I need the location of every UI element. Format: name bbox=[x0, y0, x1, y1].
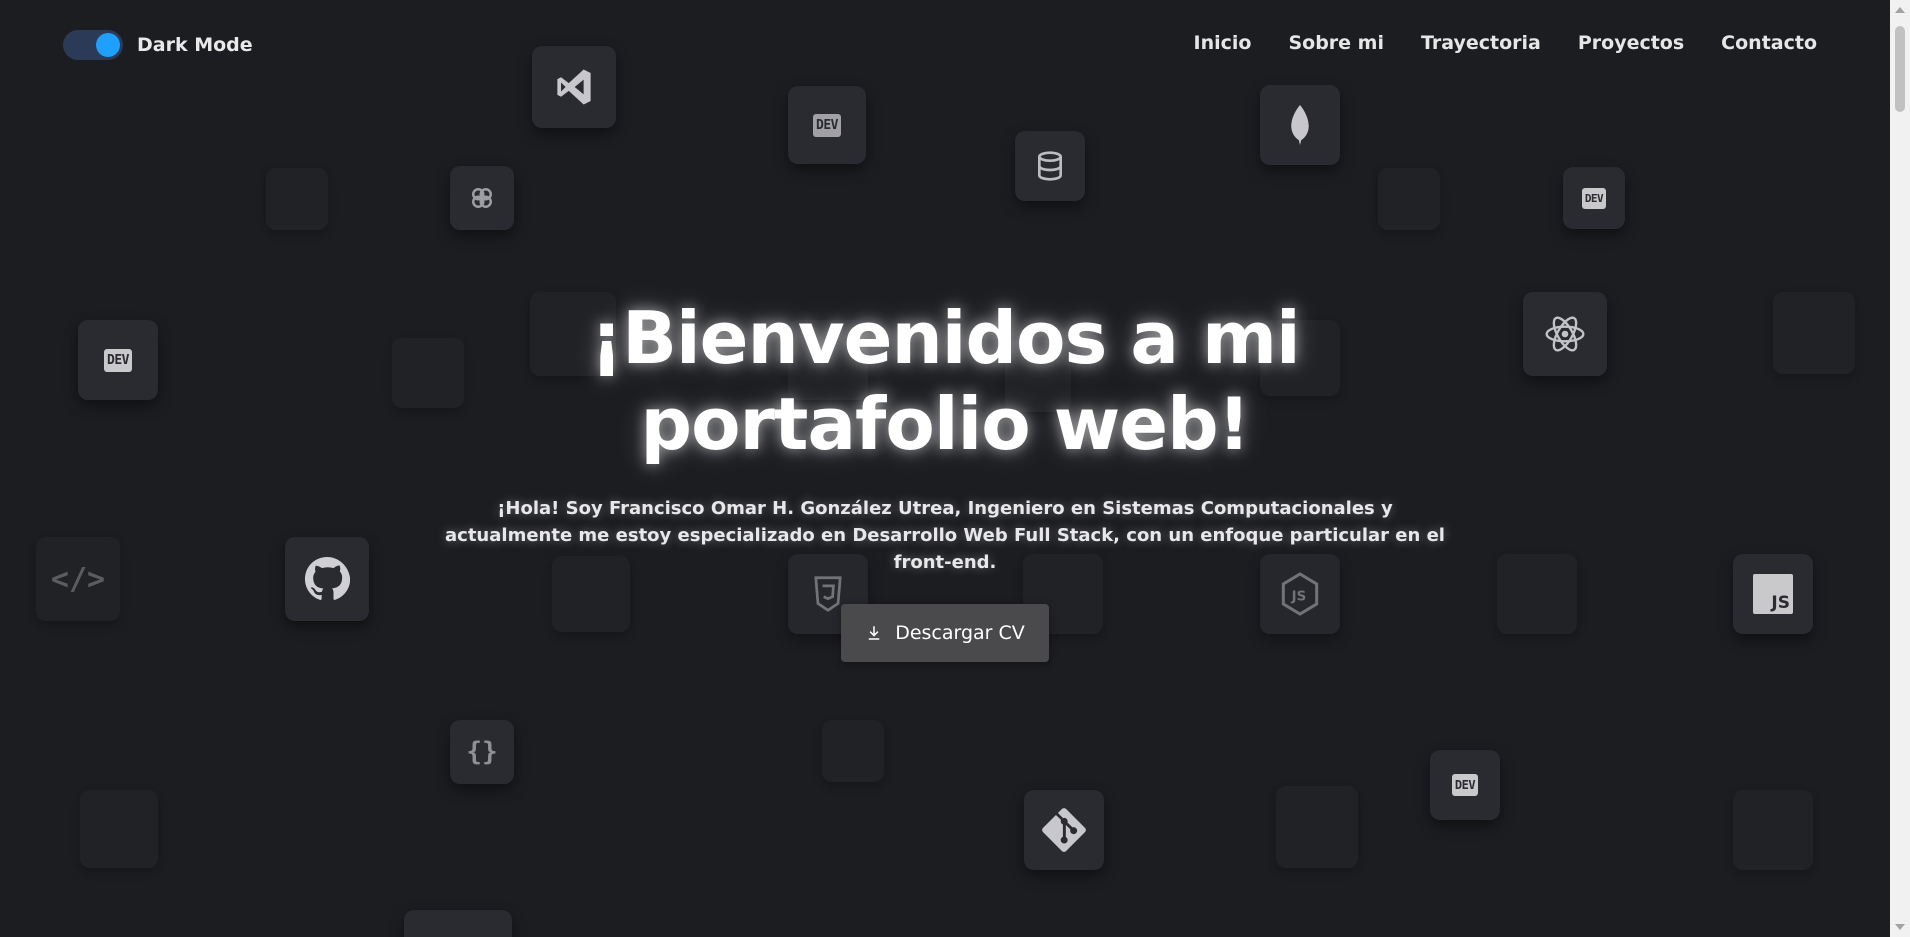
dev-badge-icon: DEV bbox=[1563, 167, 1625, 229]
blank-tile-icon bbox=[1276, 786, 1358, 868]
database-icon bbox=[1015, 131, 1085, 201]
site-header: Dark Mode Inicio Sobre mi Trayectoria Pr… bbox=[0, 0, 1890, 88]
partial-tile-icon bbox=[404, 910, 512, 937]
scroll-up-icon[interactable] bbox=[1895, 7, 1905, 13]
download-cv-label: Descargar CV bbox=[895, 622, 1025, 644]
nav-item-sobre-mi[interactable]: Sobre mi bbox=[1288, 32, 1384, 54]
git-icon bbox=[1024, 790, 1104, 870]
download-cv-button[interactable]: Descargar CV bbox=[841, 604, 1049, 662]
blank-tile-icon bbox=[80, 790, 158, 868]
scrollbar-thumb[interactable] bbox=[1895, 26, 1905, 112]
figma-icon bbox=[450, 166, 514, 230]
nav-item-trayectoria[interactable]: Trayectoria bbox=[1421, 32, 1541, 54]
dev-badge-icon: DEV bbox=[1430, 750, 1500, 820]
nav-item-proyectos[interactable]: Proyectos bbox=[1578, 32, 1684, 54]
hero-title: ¡Bienvenidos a mi portafolio web! bbox=[590, 296, 1300, 466]
scroll-down-icon[interactable] bbox=[1895, 924, 1905, 930]
dev-badge-icon: DEV bbox=[788, 86, 866, 164]
dark-mode-toggle[interactable]: Dark Mode bbox=[63, 30, 253, 60]
toggle-label: Dark Mode bbox=[137, 34, 253, 56]
toggle-knob bbox=[96, 33, 120, 57]
mongodb-icon bbox=[1260, 85, 1340, 165]
main-nav: Inicio Sobre mi Trayectoria Proyectos Co… bbox=[1194, 32, 1817, 54]
vertical-scrollbar[interactable] bbox=[1890, 0, 1910, 937]
blank-tile-icon bbox=[1378, 168, 1440, 230]
blank-tile-icon bbox=[266, 168, 328, 230]
nav-item-inicio[interactable]: Inicio bbox=[1194, 32, 1252, 54]
blank-tile-icon bbox=[1733, 790, 1813, 870]
blank-tile-icon bbox=[822, 720, 884, 782]
hero-intro: ¡Hola! Soy Francisco Omar H. González Ut… bbox=[445, 498, 1445, 573]
download-icon bbox=[868, 626, 880, 640]
toggle-switch[interactable] bbox=[63, 30, 123, 60]
nav-item-contacto[interactable]: Contacto bbox=[1721, 32, 1817, 54]
portfolio-page: DEV DEV DEV </> JS JS {} DEV Dark Mode I… bbox=[0, 0, 1910, 937]
hero-section: ¡Bienvenidos a mi portafolio web! ¡Hola!… bbox=[0, 295, 1890, 662]
braces-icon: {} bbox=[450, 720, 514, 784]
